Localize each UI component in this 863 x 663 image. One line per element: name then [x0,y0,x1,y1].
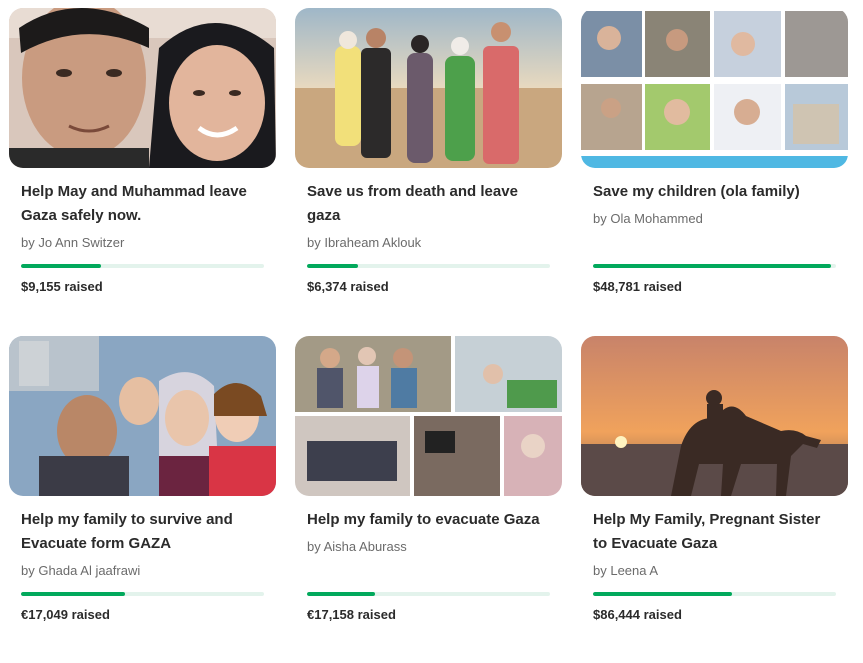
amount-raised: $48,781 raised [593,279,682,294]
progress-fill [21,592,126,596]
fundraiser-progress-bar [593,264,836,268]
fundraiser-card[interactable]: Help May and Muhammad leave Gaza safely … [9,8,276,308]
fundraiser-title-line: Help my family to survive and [21,511,233,528]
fundraiser-title[interactable]: Help my family to survive and Evacuate f… [21,508,276,556]
progress-fill [593,264,832,268]
fundraiser-title[interactable]: Help My Family, Pregnant Sister to Evacu… [593,508,848,556]
amount-raised: $6,374 raised [307,279,389,294]
fundraiser-progress-bar [21,264,264,268]
fundraiser-organizer: by Ola Mohammed [593,211,703,226]
fundraiser-photo-camel-sunset[interactable] [581,336,848,496]
fundraiser-title-line: Help my family to evacuate Gaza [307,511,540,528]
fundraiser-card[interactable]: Help My Family, Pregnant Sister to Evacu… [581,336,848,636]
fundraiser-organizer: by Ibraheam Aklouk [307,235,422,250]
fundraiser-progress-bar [593,592,836,596]
fundraiser-card[interactable]: Help my family to evacuate Gaza by Aisha… [295,336,562,636]
fundraiser-title[interactable]: Save my children (ola family) [593,180,848,204]
fundraiser-title-line: gaza [307,207,341,224]
fundraiser-progress-bar [307,264,550,268]
fundraiser-title-line: Help May and Muhammad leave [21,183,247,200]
amount-raised: €17,158 raised [307,607,396,622]
fundraiser-photo-family-collage[interactable] [295,336,562,496]
amount-raised: $86,444 raised [593,607,682,622]
amount-raised: $9,155 raised [21,279,103,294]
progress-fill [593,592,732,596]
progress-fill [307,264,359,268]
progress-fill [307,592,376,596]
progress-fill [21,264,102,268]
fundraiser-title-line: Save us from death and leave [307,183,518,200]
fundraiser-progress-bar [307,592,550,596]
fundraiser-title-line: Evacuate form GAZA [21,535,172,552]
fundraiser-organizer: by Leena A [593,563,659,578]
fundraiser-photo-family-selfie[interactable] [9,336,276,496]
fundraiser-card[interactable]: Save us from death and leave gaza by Ibr… [295,8,562,308]
fundraiser-title[interactable]: Save us from death and leave gaza [307,180,562,228]
fundraiser-title[interactable]: Help May and Muhammad leave Gaza safely … [21,180,276,228]
fundraiser-photo-collage-children[interactable] [581,8,848,168]
fundraiser-organizer: by Ghada Al jaafrawi [21,563,141,578]
fundraiser-photo-family-beach[interactable] [295,8,562,168]
amount-raised: €17,049 raised [21,607,110,622]
fundraiser-card[interactable]: Help my family to survive and Evacuate f… [9,336,276,636]
fundraiser-title-line: Help My Family, Pregnant Sister [593,511,821,528]
fundraiser-grid: Help May and Muhammad leave Gaza safely … [0,0,863,663]
fundraiser-card[interactable]: Save my children (ola family) by Ola Moh… [581,8,848,308]
fundraiser-organizer: by Aisha Aburass [307,539,407,554]
fundraiser-photo-couple-selfie[interactable] [9,8,276,168]
fundraiser-title[interactable]: Help my family to evacuate Gaza [307,508,562,532]
fundraiser-title-line: Save my children (ola family) [593,183,800,200]
fundraiser-progress-bar [21,592,264,596]
fundraiser-title-line: to Evacuate Gaza [593,535,718,552]
fundraiser-organizer: by Jo Ann Switzer [21,235,125,250]
fundraiser-title-line: Gaza safely now. [21,207,142,224]
